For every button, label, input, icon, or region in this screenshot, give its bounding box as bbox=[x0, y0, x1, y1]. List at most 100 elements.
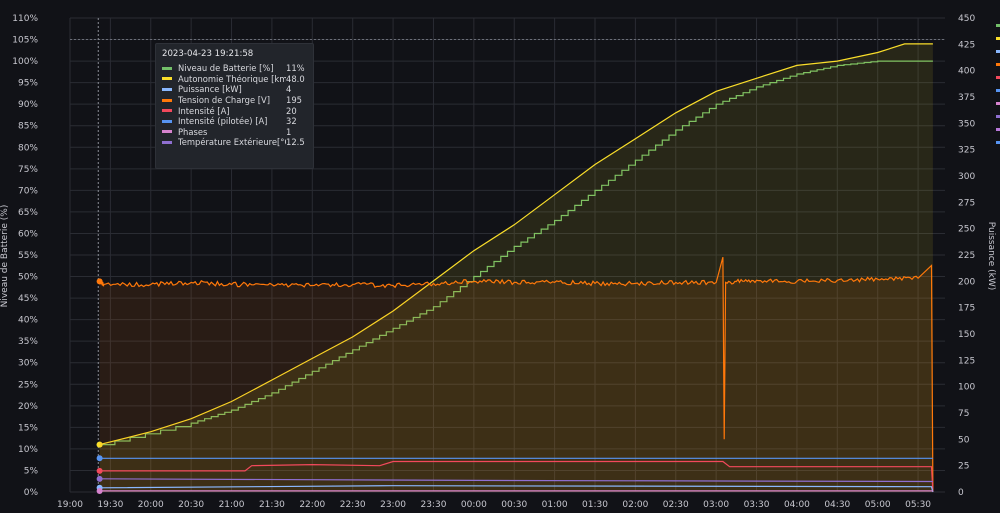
y-left-tick-label: 110% bbox=[12, 14, 38, 24]
y-left-tick-label: 100% bbox=[12, 57, 38, 67]
tooltip-row: Niveau de Batterie [%] 11% bbox=[162, 63, 307, 74]
y-right-tick-label: 300 bbox=[958, 172, 975, 182]
series-value: 1 bbox=[286, 126, 292, 137]
x-tick-label: 23:30 bbox=[420, 500, 446, 510]
series-area bbox=[99, 257, 933, 492]
x-tick-label: 22:30 bbox=[340, 500, 366, 510]
y-right-tick-label: 125 bbox=[958, 356, 975, 366]
y-axis-right-label: Puissance (kW) bbox=[986, 222, 996, 291]
y-left-tick-label: 105% bbox=[12, 36, 38, 46]
y-left-tick-label: 30% bbox=[18, 359, 38, 369]
y-right-tick-label: 425 bbox=[958, 40, 975, 50]
y-left-tick-label: 10% bbox=[18, 445, 38, 455]
x-tick-label: 03:30 bbox=[744, 500, 770, 510]
x-tick-label: 00:00 bbox=[461, 500, 487, 510]
legend-marker[interactable] bbox=[996, 89, 1000, 92]
y-left-tick-label: 0% bbox=[24, 488, 39, 498]
series-name: Intensité [A] bbox=[178, 105, 230, 116]
x-tick-label: 04:30 bbox=[824, 500, 850, 510]
series-swatch bbox=[162, 130, 172, 134]
series-name: Température Extérieure[°C] bbox=[178, 137, 286, 148]
y-right-tick-label: 25 bbox=[958, 462, 969, 472]
y-right-tick-label: 150 bbox=[958, 330, 975, 340]
legend-marker[interactable] bbox=[996, 102, 1000, 105]
series-name: Phases bbox=[178, 126, 208, 137]
x-tick-label: 02:30 bbox=[663, 500, 689, 510]
y-left-tick-label: 95% bbox=[18, 79, 38, 89]
series-value: 32 bbox=[286, 116, 297, 127]
y-right-tick-label: 0 bbox=[958, 488, 964, 498]
y-right-tick-label: 400 bbox=[958, 67, 975, 77]
series-name: Puissance [kW] bbox=[178, 84, 242, 95]
y-left-tick-label: 20% bbox=[18, 402, 38, 412]
tooltip-row: Intensité (pilotée) [A] 32 bbox=[162, 116, 307, 127]
y-left-tick-label: 75% bbox=[18, 165, 38, 175]
legend-marker[interactable] bbox=[996, 128, 1000, 131]
y-left-tick-label: 15% bbox=[18, 423, 38, 433]
legend-marker[interactable] bbox=[996, 63, 1000, 66]
series-name: Autonomie Théorique [km] bbox=[178, 73, 286, 84]
tooltip-row: Température Extérieure[°C] 12.5 bbox=[162, 137, 307, 148]
legend-marker[interactable] bbox=[996, 115, 1000, 118]
y-left-tick-label: 45% bbox=[18, 294, 38, 304]
x-tick-label: 00:30 bbox=[501, 500, 527, 510]
y-left-tick-label: 50% bbox=[18, 273, 38, 283]
y-right-tick-label: 275 bbox=[958, 198, 975, 208]
y-right-tick-label: 325 bbox=[958, 146, 975, 156]
series-point-2 bbox=[96, 278, 103, 285]
y-right-tick-label: 375 bbox=[958, 93, 975, 103]
series-value: 48.0 bbox=[286, 73, 305, 84]
y-right-tick-label: 50 bbox=[958, 435, 970, 445]
y-right-tick-label: 200 bbox=[958, 277, 975, 287]
series-swatch bbox=[162, 140, 172, 144]
y-left-tick-label: 70% bbox=[18, 186, 38, 196]
x-tick-label: 03:00 bbox=[703, 500, 729, 510]
tooltip-row: Autonomie Théorique [km] 48.0 bbox=[162, 74, 307, 85]
y-right-tick-label: 450 bbox=[958, 14, 975, 24]
y-left-tick-label: 85% bbox=[18, 122, 38, 132]
series-swatch bbox=[162, 66, 172, 70]
y-right-tick-label: 250 bbox=[958, 225, 975, 235]
y-left-tick-label: 65% bbox=[18, 208, 38, 218]
x-tick-label: 04:00 bbox=[784, 500, 810, 510]
x-tick-label: 23:00 bbox=[380, 500, 406, 510]
legend-marker[interactable] bbox=[996, 24, 1000, 27]
series-value: 20 bbox=[286, 105, 297, 116]
series-value: 11% bbox=[286, 63, 305, 74]
series-swatch bbox=[162, 87, 172, 91]
y-left-tick-label: 60% bbox=[18, 229, 38, 239]
x-tick-label: 19:30 bbox=[97, 500, 123, 510]
series-point-3 bbox=[96, 467, 103, 474]
y-left-tick-label: 90% bbox=[18, 100, 38, 110]
y-left-tick-label: 35% bbox=[18, 337, 38, 347]
x-tick-label: 21:30 bbox=[259, 500, 285, 510]
hover-tooltip: 2023-04-23 19:21:58 Niveau de Batterie [… bbox=[155, 43, 314, 169]
tooltip-row: Phases 1 bbox=[162, 127, 307, 138]
x-tick-label: 05:30 bbox=[905, 500, 931, 510]
series-point-6 bbox=[96, 475, 103, 482]
tooltip-time: 2023-04-23 19:21:58 bbox=[162, 49, 254, 59]
y-right-tick-label: 175 bbox=[958, 304, 975, 314]
y-left-tick-label: 5% bbox=[24, 466, 39, 476]
time-series-chart: 0% 5% 10% 15% 20% 25% 30% 35% 40% 45% 50% 55% 60% 65%… bbox=[0, 14, 996, 510]
x-tick-label: 01:30 bbox=[582, 500, 608, 510]
x-tick-label: 21:00 bbox=[219, 500, 245, 510]
series-name: Tension de Charge [V] bbox=[178, 95, 271, 106]
legend-marker[interactable] bbox=[996, 37, 1000, 40]
series-point-7 bbox=[96, 487, 103, 494]
legend-marker[interactable] bbox=[996, 50, 1000, 53]
series-swatch bbox=[162, 98, 172, 102]
series-point-4 bbox=[96, 455, 103, 462]
x-tick-label: 01:00 bbox=[542, 500, 568, 510]
y-axis-left-label: Niveau de Batterie (%) bbox=[0, 205, 10, 308]
chart-panel: 0% 5% 10% 15% 20% 25% 30% 35% 40% 45% 50% 55% 60% 65%… bbox=[0, 0, 1000, 513]
tooltip-row: Puissance [kW] 4 bbox=[162, 84, 307, 95]
series-swatch bbox=[162, 77, 172, 81]
y-left-tick-label: 25% bbox=[18, 380, 38, 390]
legend-marker[interactable] bbox=[996, 76, 1000, 79]
series-value: 12.5 bbox=[286, 137, 305, 148]
x-tick-label: 22:00 bbox=[299, 500, 325, 510]
legend-marker[interactable] bbox=[996, 141, 1000, 144]
x-tick-label: 20:00 bbox=[138, 500, 164, 510]
y-left-tick-label: 80% bbox=[18, 143, 38, 153]
